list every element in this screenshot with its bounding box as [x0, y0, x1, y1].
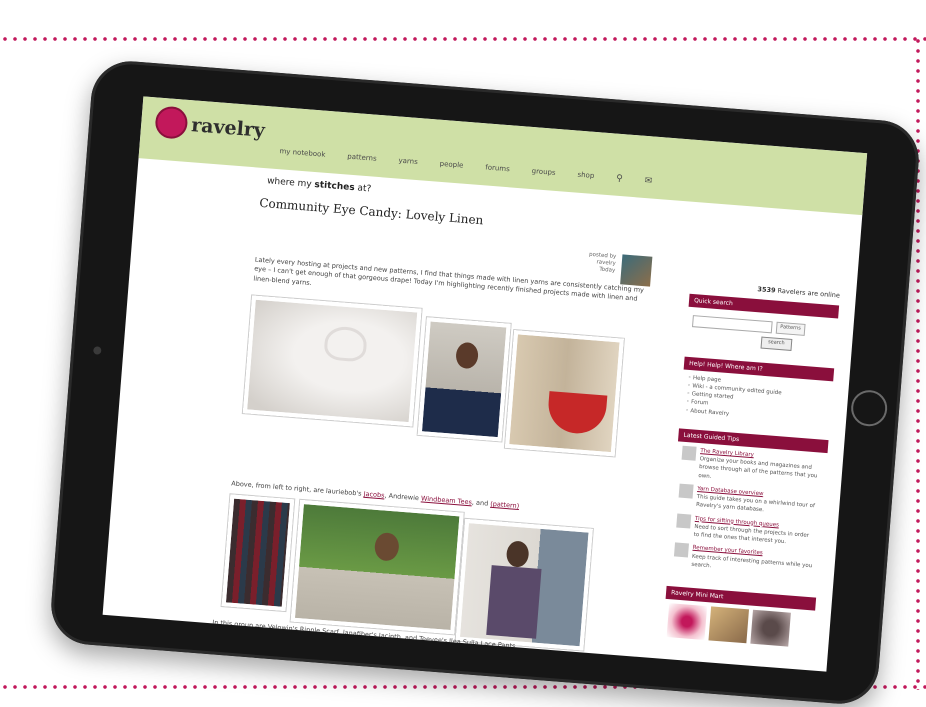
link-pattern[interactable]: (pattern): [490, 500, 520, 510]
photo-body: [486, 565, 542, 639]
photo-woman-garden[interactable]: [290, 499, 464, 635]
photo-head: [505, 540, 530, 568]
help-panel: Help! Help! Where am I? ◦ Help page ◦ Wi…: [680, 356, 835, 430]
nav-people[interactable]: people: [439, 160, 463, 172]
search-icon[interactable]: ⚲: [616, 174, 623, 184]
link-windbeam-tees[interactable]: Windbeam Tees: [421, 494, 473, 506]
heart-icon: [673, 542, 689, 558]
dotted-border-top: [0, 36, 926, 42]
tip-item: Yarn Database overview This guide takes y…: [678, 483, 820, 519]
nav-groups[interactable]: groups: [531, 167, 556, 179]
site-logo[interactable]: ravelry: [190, 114, 265, 142]
nav-patterns[interactable]: patterns: [347, 153, 377, 165]
sidebar: 3539 Ravelers are online Quick search Pa…: [662, 280, 841, 663]
tip-item: Tips for sifting through queues Need to s…: [675, 512, 817, 549]
photo-woman-cardigan[interactable]: [417, 317, 511, 442]
home-button[interactable]: [849, 388, 889, 428]
search-type-select[interactable]: Patterns: [775, 321, 806, 336]
photo-plaid-fabric[interactable]: [221, 494, 295, 612]
book-icon: [681, 445, 697, 461]
ad-thumbnail[interactable]: [666, 603, 708, 641]
site-header: ravelry my notebook patterns yarns peopl…: [138, 96, 868, 216]
byline: posted by ravelry Today: [561, 250, 617, 276]
article-title: Community Eye Candy: Lovely Linen: [258, 195, 484, 228]
online-number: 3539: [757, 285, 776, 295]
photo-head: [373, 531, 400, 562]
tips-panel: Latest Guided Tips The Ravelry Library Or…: [667, 428, 829, 588]
bow-shape: [323, 325, 368, 363]
mini-mart-panel: Ravelry Mini Mart: [662, 585, 817, 653]
yarn-icon: [678, 483, 694, 499]
tagline-suffix: at?: [354, 183, 372, 195]
tablet-screen: ravelry my notebook patterns yarns peopl…: [102, 96, 868, 672]
tagline-bold: stitches: [314, 180, 355, 194]
ad-thumbnail[interactable]: [750, 609, 791, 647]
online-label: Ravelers are online: [775, 286, 841, 300]
dotted-border-right: [915, 36, 921, 690]
nav-forums[interactable]: forums: [485, 163, 510, 175]
tip-item: The Ravelry Library Organize your books a…: [680, 445, 822, 489]
photo-woman-door[interactable]: [455, 518, 593, 651]
tip-item: Remember your favorites Keep track of int…: [673, 542, 815, 579]
yarn-ball-logo-icon[interactable]: [154, 105, 189, 140]
photo-red-bag[interactable]: [504, 330, 624, 457]
nav-my-notebook[interactable]: my notebook: [279, 147, 326, 161]
tagline: where my stitches at?: [267, 176, 372, 194]
help-list: ◦ Help page ◦ Wiki - a community edited …: [680, 369, 833, 430]
search-input[interactable]: [691, 315, 773, 334]
quick-search-panel: Quick search Patterns search: [685, 293, 840, 358]
help-item-label: Forum: [690, 399, 709, 407]
tips-list: The Ravelry Library Organize your books a…: [667, 441, 827, 588]
tablet-device: ravelry my notebook patterns yarns peopl…: [48, 58, 922, 707]
help-item-label: About Ravelry: [690, 407, 730, 417]
search-row: Patterns: [691, 315, 833, 338]
avatar[interactable]: [620, 254, 653, 287]
paragraph2-text-c: , and: [471, 498, 491, 508]
search-button[interactable]: search: [760, 336, 792, 351]
main-nav: my notebook patterns yarns people forums…: [279, 147, 652, 187]
nav-shop[interactable]: shop: [577, 171, 594, 182]
tagline-prefix: where my: [266, 176, 315, 190]
photo-linen-top-bow[interactable]: [242, 295, 422, 427]
photo-head: [455, 341, 480, 370]
nav-yarns[interactable]: yarns: [398, 157, 418, 168]
mail-icon[interactable]: ✉: [644, 176, 652, 187]
camera-icon: [93, 346, 102, 355]
link-jacobs[interactable]: Jacobs: [363, 490, 385, 500]
paragraph2-text-b: , Andrewie: [384, 491, 422, 503]
queue-icon: [676, 512, 692, 529]
ad-thumbnail[interactable]: [708, 606, 750, 644]
red-bag-shape: [546, 391, 608, 436]
